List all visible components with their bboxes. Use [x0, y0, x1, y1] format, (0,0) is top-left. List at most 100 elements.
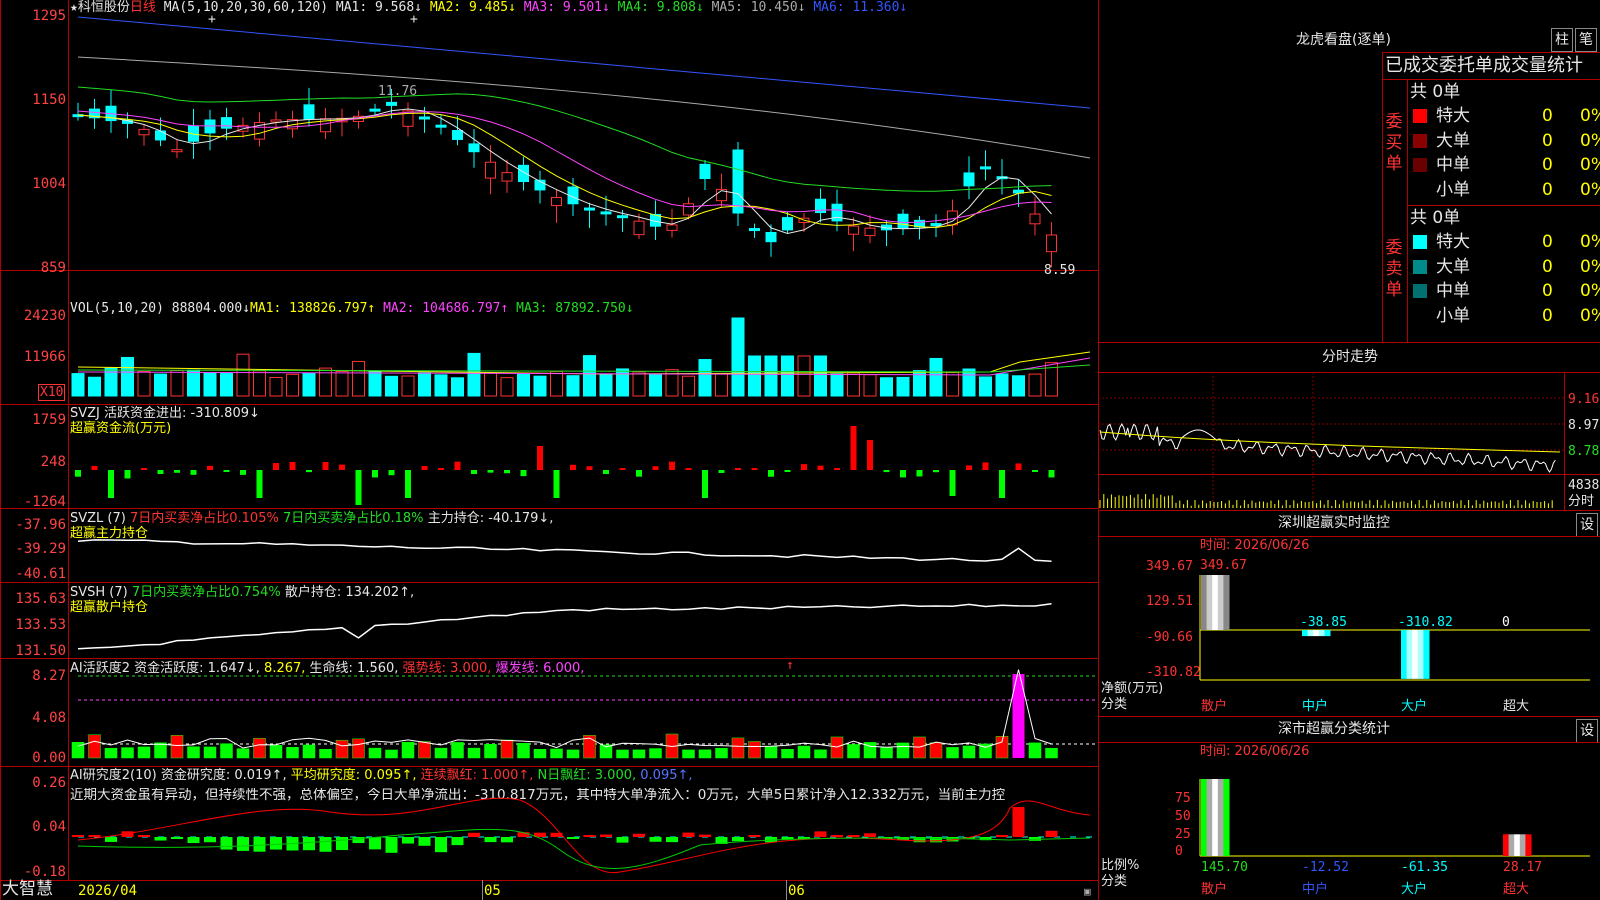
svzj-bar — [999, 470, 1005, 498]
svzj-bar — [636, 470, 642, 477]
sz-monitor-title: 深圳超赢实时监控 — [1278, 515, 1390, 531]
ai-research-bar — [864, 833, 876, 837]
ai-active-bar — [137, 746, 151, 759]
volume-bar — [335, 370, 349, 397]
sz-class-title: 深市超赢分类统计 — [1278, 721, 1390, 737]
candles — [72, 87, 1057, 268]
svzj-bar — [702, 470, 708, 498]
svzj-bars — [75, 426, 1055, 505]
volume-bar — [847, 372, 860, 397]
ai-research-bar — [418, 837, 431, 846]
svzj-bar — [141, 468, 147, 470]
ai-active-bar — [269, 745, 283, 759]
svzj-bar — [421, 465, 428, 470]
volume-bar — [962, 368, 976, 397]
buy-row-name: 中单 — [1436, 155, 1470, 175]
sz-monitor-settings-button[interactable]: 设 — [1576, 513, 1598, 537]
sell-row-num: 0 — [1542, 305, 1553, 326]
ma-line — [77, 112, 1052, 229]
ai-research-bar — [270, 837, 282, 850]
volume-bar — [583, 355, 596, 397]
volume-bar — [682, 375, 695, 397]
candle-body — [765, 232, 777, 243]
volume-bar — [731, 317, 745, 397]
ai-active-bar — [649, 748, 662, 759]
ai-research-bar — [649, 837, 662, 842]
ai-research-bar — [171, 837, 183, 839]
volume-bar — [616, 368, 629, 397]
candle-body — [980, 166, 991, 170]
svzj-bar — [586, 466, 593, 470]
ai-research-bar — [105, 837, 117, 842]
ai-active-bar — [220, 743, 233, 759]
svzj-bar — [124, 470, 131, 479]
buy-side-label: 委买单 — [1385, 112, 1403, 174]
ai-research-bar — [666, 837, 678, 843]
ai-active-bar — [764, 745, 778, 759]
dragon-title: 龙虎看盘(逐单) — [1296, 32, 1391, 48]
ai-active-bar — [484, 743, 497, 759]
ai-research-bar — [1012, 807, 1025, 837]
candle-body — [782, 217, 793, 231]
svzj-bar — [982, 462, 989, 470]
volume-bar — [121, 356, 134, 397]
class-value-label: 28.17 — [1503, 860, 1543, 875]
sz-monitor-xlabel: 分类 — [1101, 697, 1128, 712]
candle-body — [963, 172, 975, 187]
candle-body — [518, 164, 529, 183]
ai-research-bar — [484, 837, 497, 843]
ai-active-bar — [88, 734, 101, 759]
svzj-bar — [1048, 470, 1055, 478]
sell-row-pct: 0% — [1580, 232, 1600, 252]
svzj-bar — [306, 470, 312, 473]
sz-class-settings-button[interactable]: 设 — [1576, 719, 1598, 743]
candle-body — [435, 124, 447, 128]
volume-bars — [71, 317, 1058, 397]
svzj-bar — [157, 470, 164, 474]
ai-active-bar — [616, 749, 629, 759]
ai-research-bar — [369, 837, 381, 850]
candle-body — [1029, 213, 1041, 225]
ai-active-bar — [566, 749, 580, 759]
sell-row-num: 0 — [1542, 281, 1553, 301]
svzj-bar — [817, 465, 824, 470]
monitor-category: 中户 — [1302, 699, 1329, 714]
bar-mode-button[interactable]: 柱 — [1551, 28, 1573, 52]
candle-body — [501, 172, 513, 182]
volume-bar — [418, 372, 431, 397]
svzj-bar — [454, 461, 461, 470]
monitor-value-label: -38.85 — [1300, 615, 1347, 630]
monitor-category: 超大 — [1503, 699, 1530, 714]
ai-research-bar — [187, 837, 200, 844]
svzl-line — [77, 539, 1052, 563]
svzj-bar — [603, 470, 609, 475]
candle-body — [617, 215, 628, 219]
volume-bar — [979, 376, 992, 397]
candle-body — [633, 220, 645, 236]
svzj-bar — [933, 470, 939, 473]
tick-mode-button[interactable]: 笔 — [1575, 28, 1597, 52]
ai-active-bar — [550, 748, 563, 759]
volume-bar — [154, 373, 167, 397]
buy-row-pct: 0% — [1580, 106, 1600, 126]
ai-active-bar — [632, 749, 646, 759]
ai-research-bar — [451, 837, 464, 846]
volume-bar — [434, 374, 448, 397]
svzj-bar — [504, 470, 510, 474]
volume-bar — [467, 352, 481, 397]
ai-research-bar — [303, 837, 315, 851]
volume-bar — [863, 374, 877, 397]
candle-body — [419, 116, 430, 120]
ai-active-bar — [352, 738, 365, 759]
sz-monitor-ylabel: 净额(万元) — [1101, 681, 1164, 696]
volume-bar — [649, 373, 662, 397]
main-chart-canvas[interactable]: ↑ — [0, 0, 1600, 900]
sell-row-num: 0 — [1542, 232, 1553, 252]
ai-research-bar — [204, 837, 216, 843]
svzj-bar — [174, 470, 180, 473]
ai-active-bar — [319, 749, 332, 759]
ai-research-bar — [567, 837, 579, 839]
ai-research-bar — [88, 835, 101, 837]
ai-active-bar — [814, 749, 827, 759]
svzj-bar — [223, 470, 230, 472]
